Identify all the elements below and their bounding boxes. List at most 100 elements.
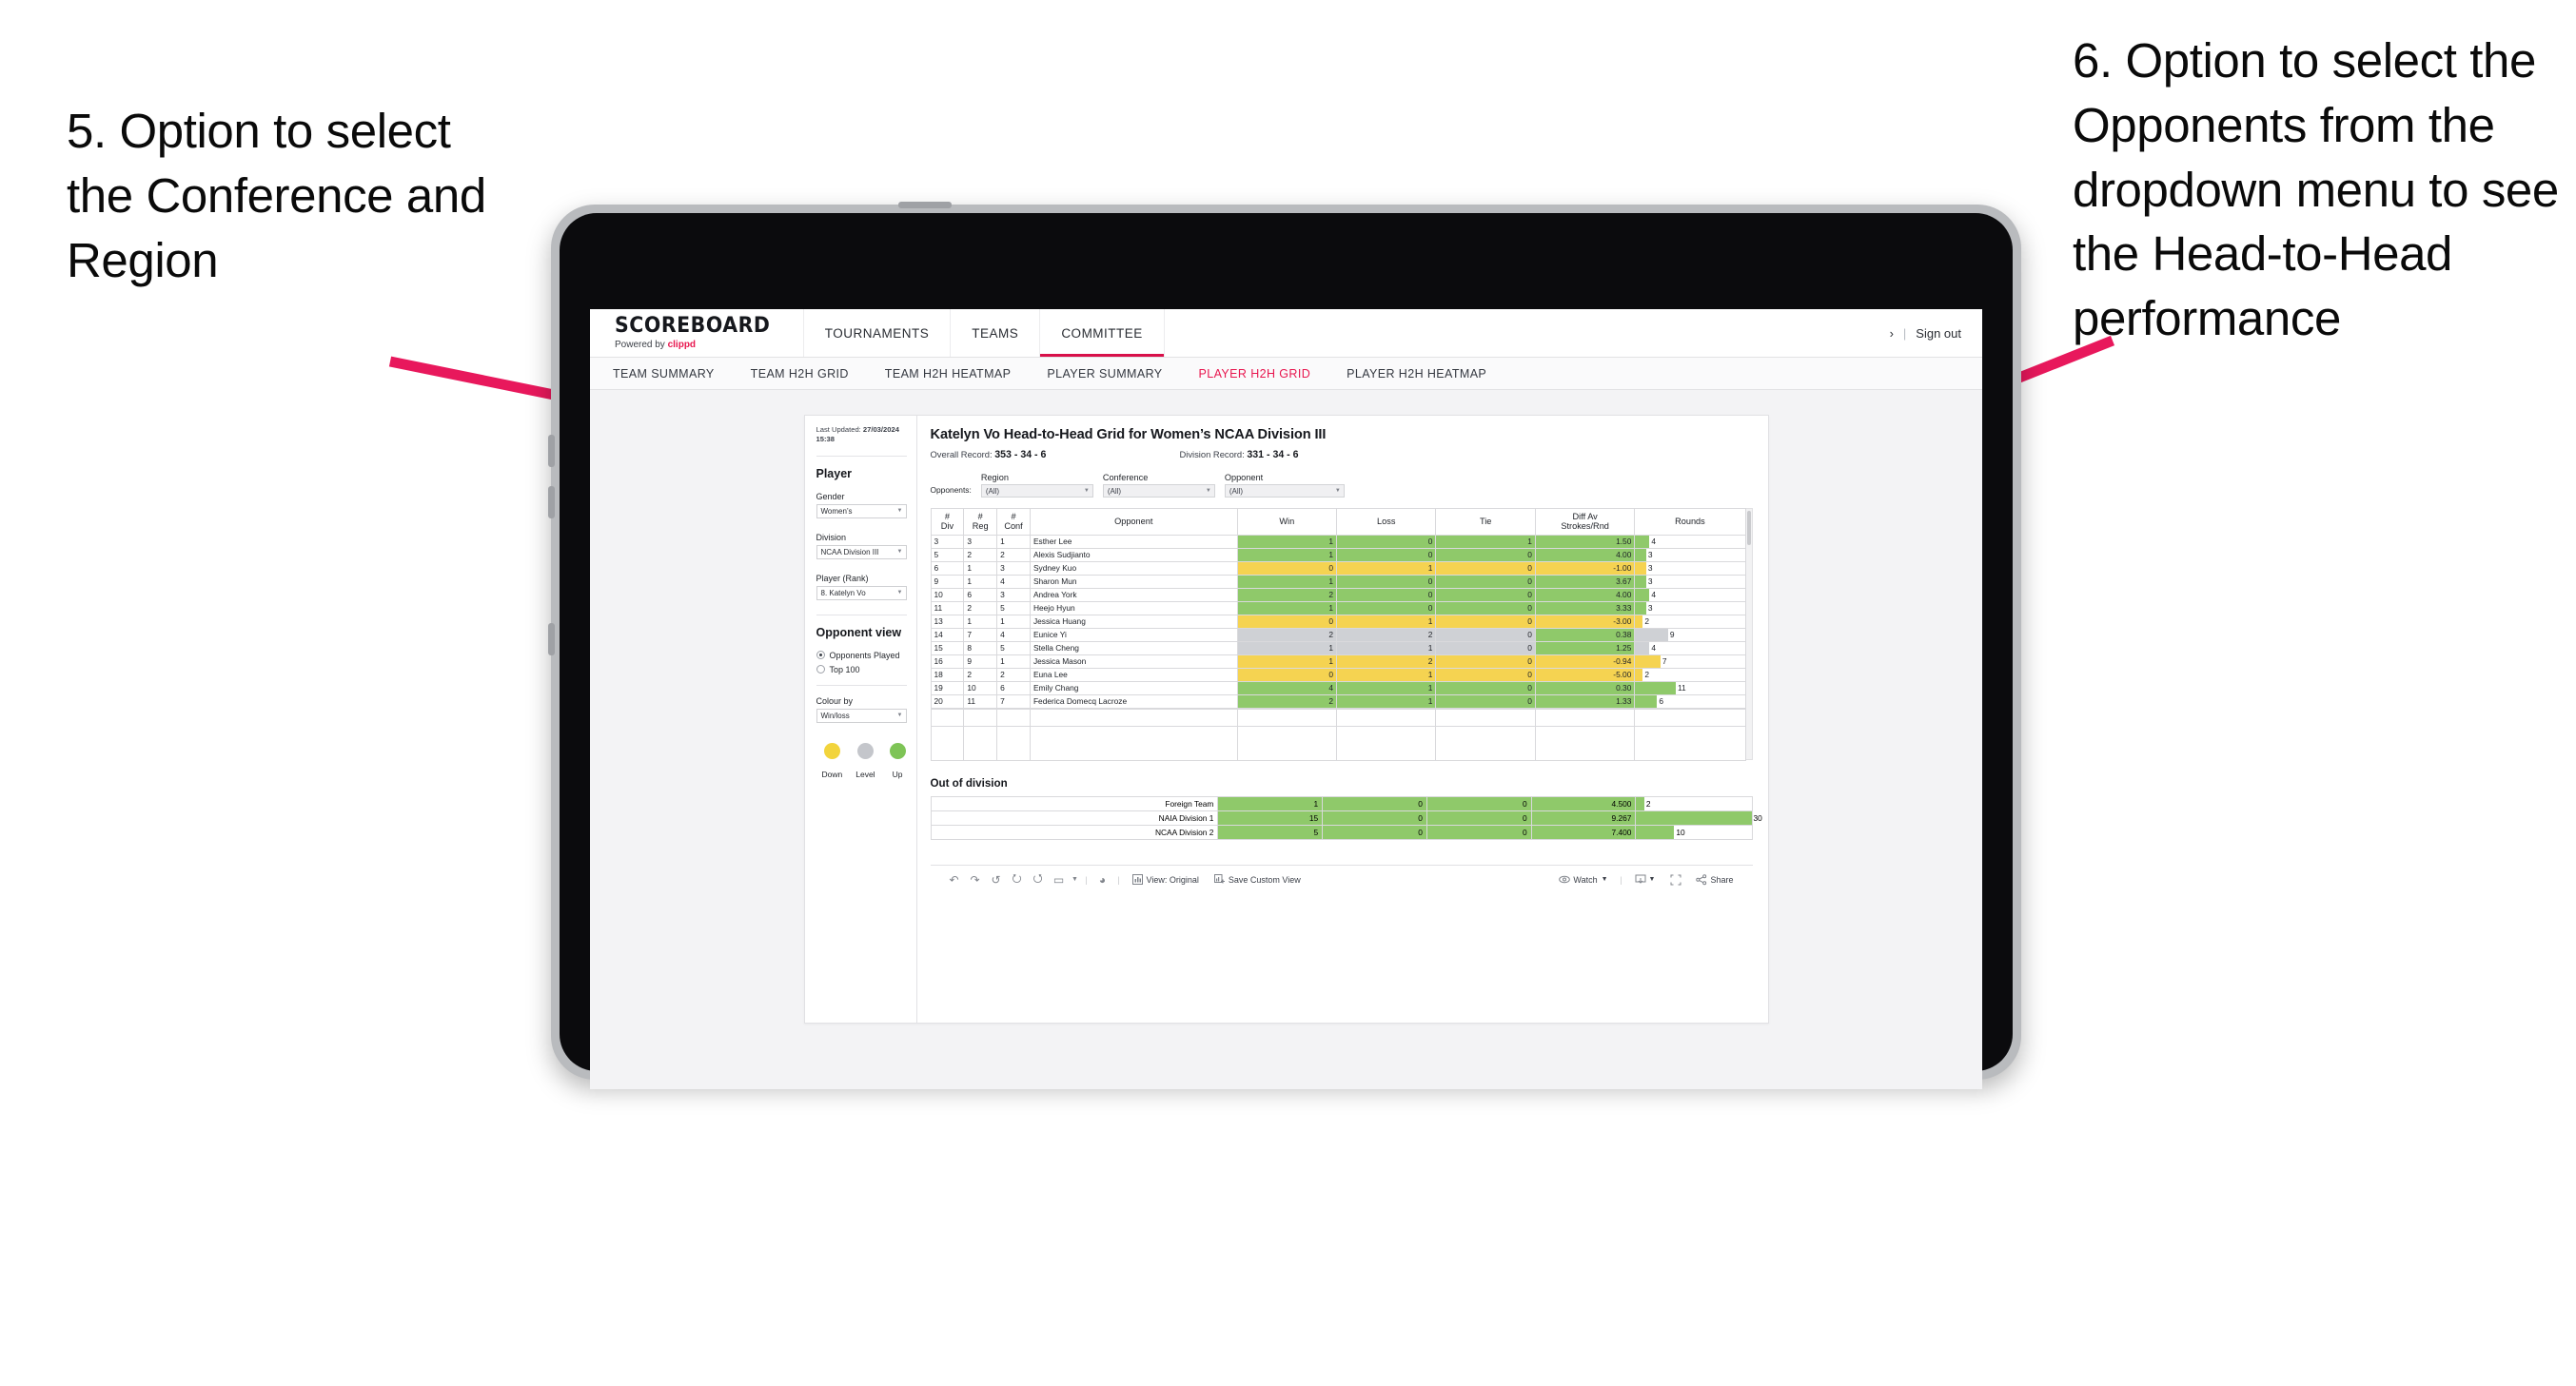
radio-opponents-played[interactable]: Opponents Played [816, 651, 907, 660]
table-row[interactable]: Foreign Team 1 0 0 4.500 2 [930, 796, 1753, 811]
cell-win: 2 [1236, 694, 1338, 709]
tablet-volume-down-button[interactable] [548, 486, 555, 518]
cell-tie: 0 [1435, 654, 1536, 669]
highlight-dropdown-icon[interactable]: ▼ [1070, 876, 1081, 883]
table-row[interactable]: 14 7 4 Eunice Yi 2 2 0 0.38 9 [930, 628, 1746, 642]
cell-tie: 0 [1426, 810, 1532, 826]
region-value: (All) [985, 486, 1000, 496]
cell-opponent: Heejo Hyun [1029, 601, 1238, 615]
cell-loss: 1 [1336, 668, 1437, 682]
table-row[interactable]: 10 6 3 Andrea York 2 0 0 4.00 4 [930, 588, 1746, 602]
nav-tab-committee[interactable]: COMMITTEE [1040, 309, 1165, 357]
table-row[interactable]: 9 1 4 Sharon Mun 1 0 0 3.67 3 [930, 575, 1746, 589]
last-updated-label: Last Updated: [816, 425, 863, 434]
rounds-bar [1635, 629, 1668, 641]
table-row[interactable]: 5 2 2 Alexis Sudjianto 1 0 0 4.00 3 [930, 548, 1746, 562]
cell-win: 1 [1236, 535, 1338, 549]
tablet-side-button[interactable] [548, 623, 555, 655]
top-navbar: SCOREBOARD Powered by clippd TOURNAMENTS… [590, 309, 1982, 358]
legend-label-up: Up [892, 769, 903, 779]
conference-dropdown[interactable]: (All) ▼ [1102, 484, 1215, 498]
player-rank-select[interactable]: 8. Katelyn Vo ▼ [816, 585, 907, 600]
chevron-right-icon[interactable]: › [1890, 326, 1894, 341]
save-custom-view-button[interactable]: Save Custom View [1207, 874, 1308, 885]
share-button[interactable]: Share [1688, 874, 1740, 886]
table-row[interactable]: 20 11 7 Federica Domecq Lacroze 2 1 0 1.33 6 [930, 694, 1746, 709]
opponent-dropdown[interactable]: (All) ▼ [1224, 484, 1345, 498]
subtab-player-h2h-grid[interactable]: PLAYER H2H GRID [1199, 367, 1311, 381]
revert-icon[interactable]: ↺ [986, 873, 1007, 887]
cell-win: 1 [1236, 575, 1338, 589]
radio-top-100-label: Top 100 [829, 664, 860, 674]
legend-label-down: Down [821, 769, 843, 779]
colour-by-field: Colour by Win/loss ▼ [816, 696, 907, 723]
rounds-bar [1635, 695, 1658, 708]
gender-select[interactable]: Women’s ▼ [816, 503, 907, 518]
grid-vertical-scrollbar[interactable] [1745, 508, 1753, 760]
division-select[interactable]: NCAA Division III ▼ [816, 544, 907, 559]
cell-diff: 1.25 [1534, 641, 1636, 655]
region-label: Region [980, 473, 1009, 482]
sign-out-link[interactable]: Sign out [1916, 326, 1961, 341]
subtab-player-h2h-heatmap[interactable]: PLAYER H2H HEATMAP [1347, 367, 1486, 381]
table-row[interactable]: 3 3 1 Esther Lee 1 0 1 1.50 4 [930, 535, 1746, 549]
watch-button[interactable]: Watch ▼ [1551, 874, 1615, 885]
tableau-toolbar: ↶ ↷ ↺ ⭮ ⭯ ▭ ▼ | ◕ | View: Original Save … [930, 865, 1753, 893]
cell-diff: 4.00 [1534, 548, 1636, 562]
chevron-down-icon: ▼ [896, 549, 903, 555]
grid-scrollbar-thumb[interactable] [1746, 511, 1751, 545]
fullscreen-icon [1670, 874, 1681, 886]
subtab-team-h2h-grid[interactable]: TEAM H2H GRID [751, 367, 849, 381]
table-row-empty [930, 709, 1746, 727]
table-row[interactable]: 11 2 5 Heejo Hyun 1 0 0 3.33 3 [930, 601, 1746, 615]
chevron-down-icon: ▼ [896, 508, 903, 514]
cell-reg: 1 [963, 575, 998, 589]
pause-icon[interactable]: ⭯ [1028, 869, 1049, 889]
dashboard-wrapper: Last Updated: 27/03/2024 15:38 Player Ge… [590, 390, 1982, 1024]
nav-tabs: TOURNAMENTS TEAMS COMMITTEE [804, 309, 1165, 357]
brand-logo[interactable]: SCOREBOARD Powered by clippd [590, 309, 804, 357]
colour-by-select[interactable]: Win/loss ▼ [816, 708, 907, 723]
table-row[interactable]: NCAA Division 2 5 0 0 7.400 10 [930, 825, 1753, 840]
table-row[interactable]: 13 1 1 Jessica Huang 0 1 0 -3.00 2 [930, 615, 1746, 629]
refresh-icon[interactable]: ⭮ [1007, 869, 1028, 889]
cell-rounds: 3 [1634, 575, 1746, 589]
subtab-player-summary[interactable]: PLAYER SUMMARY [1047, 367, 1162, 381]
table-row[interactable]: 6 1 3 Sydney Kuo 0 1 0 -1.00 3 [930, 561, 1746, 576]
cell-loss: 1 [1336, 641, 1437, 655]
highlight-icon[interactable]: ▭ [1049, 873, 1070, 887]
table-row-empty [930, 743, 1746, 761]
tablet-power-button[interactable] [898, 202, 952, 208]
table-row[interactable]: 16 9 1 Jessica Mason 1 2 0 -0.94 7 [930, 654, 1746, 669]
table-row[interactable]: 15 8 5 Stella Cheng 1 1 0 1.25 4 [930, 641, 1746, 655]
cell-win: 0 [1236, 668, 1338, 682]
cell-div: 10 [930, 588, 965, 602]
pan-icon[interactable]: ◕ [1092, 873, 1113, 887]
table-row[interactable]: 19 10 6 Emily Chang 4 1 0 0.30 11 [930, 681, 1746, 695]
table-row[interactable]: 18 2 2 Euna Lee 0 1 0 -5.00 2 [930, 668, 1746, 682]
nav-tab-tournaments[interactable]: TOURNAMENTS [804, 309, 952, 357]
cell-rounds: 3 [1634, 601, 1746, 615]
view-original-button[interactable]: View: Original [1125, 874, 1207, 885]
cell-tie: 0 [1435, 615, 1536, 629]
region-dropdown[interactable]: (All) ▼ [980, 484, 1093, 498]
h2h-grid-body: 3 3 1 Esther Lee 1 0 1 1.50 4 5 2 2 Alexis Sudjianto… [930, 535, 1746, 709]
radio-top-100[interactable]: Top 100 [816, 665, 907, 674]
cell-diff: -5.00 [1534, 668, 1636, 682]
redo-icon[interactable]: ↷ [965, 873, 986, 887]
subtab-team-h2h-heatmap[interactable]: TEAM H2H HEATMAP [885, 367, 1012, 381]
table-row[interactable]: NAIA Division 1 15 0 0 9.267 30 [930, 810, 1762, 826]
download-button[interactable]: ▼ [1627, 874, 1663, 885]
nav-tab-teams[interactable]: TEAMS [951, 309, 1041, 357]
chevron-down-icon: ▼ [1648, 876, 1656, 883]
toolbar-divider-2: | [1117, 874, 1120, 885]
rounds-value: 4 [1651, 537, 1656, 547]
tablet-volume-up-button[interactable] [548, 435, 555, 467]
radio-opponents-played-label: Opponents Played [829, 650, 900, 660]
rounds-bar [1635, 562, 1646, 575]
subtab-team-summary[interactable]: TEAM SUMMARY [613, 367, 715, 381]
undo-icon[interactable]: ↶ [944, 873, 965, 887]
out-of-division-body: Foreign Team 1 0 0 4.500 2 NAIA Division 1 15 0 0… [930, 796, 1762, 840]
fullscreen-button[interactable] [1662, 874, 1688, 886]
col-header-opponent: Opponent [1029, 508, 1238, 536]
